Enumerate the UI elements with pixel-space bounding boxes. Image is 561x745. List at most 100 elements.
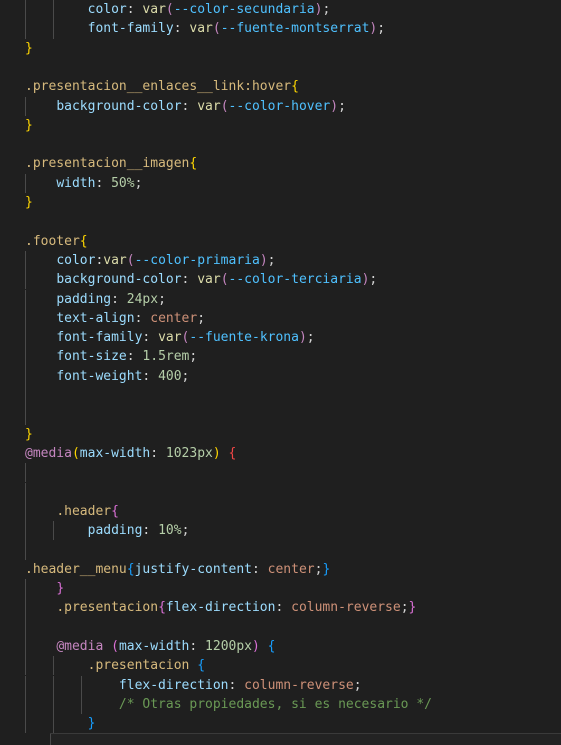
code-token: { (228, 445, 237, 461)
code-token: ( (126, 252, 135, 268)
code-line-text: @media(max-width: 1023px) { (25, 446, 236, 461)
code-token: font-family (56, 330, 143, 346)
code-token: : (189, 638, 206, 654)
code-line[interactable]: .header__menu{justify-content: center;} (0, 560, 561, 579)
code-token: .header__menu (25, 561, 127, 577)
code-token: background-color (56, 98, 182, 114)
code-token: { (111, 503, 119, 519)
code-token: ; (197, 310, 206, 326)
code-line[interactable] (0, 405, 561, 425)
code-line[interactable]: .presentacion { (0, 656, 561, 676)
code-line-text: padding: 24px; (25, 292, 166, 307)
code-token: --fuente-krona (189, 330, 299, 346)
code-token: } (408, 600, 417, 616)
code-token: center (267, 561, 315, 577)
code-token: --color-terciaria (228, 272, 362, 288)
code-token: : (134, 310, 151, 326)
code-token: max-width (79, 445, 151, 461)
code-line[interactable]: flex-direction: column-reverse; (0, 675, 561, 695)
code-line[interactable]: } (0, 714, 561, 734)
code-token: flex-direction (118, 677, 229, 693)
code-token: flex-direction (165, 600, 276, 616)
code-token: .presentacion (87, 658, 190, 674)
code-line[interactable] (0, 482, 561, 502)
code-token: ( (212, 21, 221, 37)
code-line[interactable] (0, 135, 561, 154)
code-line[interactable] (0, 617, 561, 637)
code-line[interactable]: /* Otras propiedades, si es necesario */ (0, 694, 561, 715)
code-line[interactable]: .presentacion__enlaces__link:hover{ (0, 77, 561, 96)
code-line-selected[interactable] (50, 733, 561, 745)
code-token: ) (298, 330, 307, 346)
code-token: : (111, 291, 127, 307)
indent-guide (25, 463, 26, 483)
code-token: { (291, 79, 299, 95)
code-token: var (189, 21, 213, 37)
code-line[interactable]: font-weight: 400; (0, 366, 561, 386)
code-line-text: } (25, 195, 33, 210)
code-token: ; (377, 21, 386, 37)
code-line[interactable]: } (0, 579, 561, 599)
code-line[interactable] (0, 463, 561, 483)
code-token: 10% (158, 523, 182, 539)
code-line[interactable]: background-color: var(--color-hover); (0, 96, 561, 116)
code-line[interactable] (0, 386, 561, 406)
code-line-text: .footer{ (25, 234, 88, 249)
code-line[interactable]: } (0, 425, 561, 444)
code-token: ; (181, 523, 190, 539)
code-token: : (228, 677, 245, 693)
code-line[interactable]: .presentacion{flex-direction: column-rev… (0, 598, 561, 618)
code-line-text: font-family: var(--fuente-krona); (25, 330, 314, 346)
code-line-text: .header__menu{justify-content: center;} (25, 562, 330, 577)
code-line[interactable] (0, 540, 561, 560)
code-line[interactable]: padding: 10%; (0, 521, 561, 541)
code-line[interactable]: .footer{ (0, 232, 561, 251)
code-line[interactable]: .header{ (0, 501, 561, 522)
code-line[interactable]: color: var(--color-secundaria); (0, 0, 561, 20)
code-token: var (103, 252, 127, 268)
code-token: : (142, 523, 159, 539)
code-line[interactable] (0, 58, 561, 77)
code-token: padding (87, 523, 143, 539)
code-token: /* Otras propiedades, si es necesario */ (118, 696, 432, 712)
code-line[interactable]: @media(max-width: 1023px) { (0, 444, 561, 463)
code-line-text: background-color: var(--color-terciaria)… (25, 272, 377, 287)
code-token: 50% (111, 175, 135, 191)
code-token: color (56, 252, 96, 268)
code-line[interactable]: @media (max-width: 1200px) { (0, 636, 561, 657)
code-token: : (126, 2, 143, 17)
code-line[interactable]: font-size: 1.5rem; (0, 347, 561, 367)
code-line[interactable]: width: 50%; (0, 173, 561, 193)
code-line[interactable]: .presentacion__imagen{ (0, 154, 561, 173)
code-line-text: color:var(--color-primaria); (25, 253, 275, 268)
code-line[interactable]: font-family: var(--fuente-montserrat); (0, 19, 561, 39)
code-line[interactable]: color:var(--color-primaria); (0, 250, 561, 271)
code-line[interactable]: } (0, 39, 561, 58)
code-line[interactable]: font-family: var(--fuente-krona); (0, 328, 561, 348)
code-line[interactable]: padding: 24px; (0, 289, 561, 309)
code-line[interactable]: } (0, 116, 561, 135)
code-line[interactable]: } (0, 193, 561, 212)
code-line[interactable]: text-align: center; (0, 308, 561, 329)
indent-guide (25, 482, 26, 502)
indent-guide (25, 386, 26, 406)
code-token: ; (353, 677, 362, 693)
code-line-text: } (25, 581, 64, 596)
code-token: center (150, 310, 198, 326)
code-token: justify-content (134, 561, 252, 577)
code-editor[interactable]: color: var(--color-secundaria); font-fam… (0, 0, 561, 745)
code-token: var (197, 272, 221, 288)
code-token: ( (220, 98, 229, 114)
code-token: ; (369, 272, 378, 288)
code-line-text: /* Otras propiedades, si es necesario */ (25, 697, 432, 712)
code-line-text: } (25, 41, 33, 56)
code-line[interactable]: background-color: var(--color-terciaria)… (0, 270, 561, 290)
code-line[interactable] (0, 212, 561, 231)
